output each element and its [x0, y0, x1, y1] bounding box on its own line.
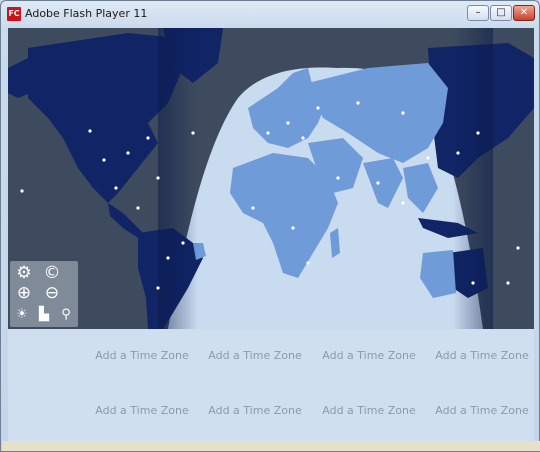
- city-dot: [401, 201, 405, 205]
- city-dot: [291, 226, 295, 230]
- clock-button[interactable]: ©: [42, 263, 62, 283]
- city-icon: ▙: [39, 307, 49, 322]
- gear-icon: ⚙: [16, 263, 32, 283]
- city-dot: [476, 131, 480, 135]
- city-dot: [401, 111, 405, 115]
- city-dot: [126, 151, 130, 155]
- close-button[interactable]: ✕: [513, 5, 535, 21]
- city-dot: [146, 136, 150, 140]
- add-time-zone-2[interactable]: Add a Time Zone: [200, 349, 310, 362]
- close-icon: ✕: [519, 7, 529, 18]
- pin-button[interactable]: ⚲: [56, 305, 76, 325]
- city-dot: [266, 131, 270, 135]
- map-toolbar: ⚙ © ⊕ ⊖ ☀ ▙ ⚲: [10, 261, 78, 327]
- zoom-in-button[interactable]: ⊕: [14, 283, 34, 303]
- status-strip: [2, 441, 540, 451]
- city-dot: [251, 206, 255, 210]
- city-dot: [166, 256, 170, 260]
- add-time-zone-6[interactable]: Add a Time Zone: [200, 404, 310, 417]
- terminator-left: [158, 28, 198, 329]
- app-content: ⚙ © ⊕ ⊖ ☀ ▙ ⚲ Add a Time Zone Add a Time…: [8, 28, 534, 442]
- title-bar[interactable]: FC Adobe Flash Player 11 – □ ✕: [1, 1, 539, 27]
- add-time-zone-7[interactable]: Add a Time Zone: [314, 404, 424, 417]
- city-dot: [306, 261, 310, 265]
- city-dot: [181, 241, 185, 245]
- city-dot: [516, 246, 520, 250]
- zoom-out-button[interactable]: ⊖: [42, 283, 62, 303]
- city-dot: [88, 129, 92, 133]
- city-dot: [336, 176, 340, 180]
- city-dot: [376, 181, 380, 185]
- zoom-in-icon: ⊕: [16, 283, 32, 303]
- flash-player-icon: FC: [7, 7, 21, 21]
- city-dot: [426, 156, 430, 160]
- zoom-out-icon: ⊖: [44, 283, 60, 303]
- settings-button[interactable]: ⚙: [14, 263, 34, 283]
- add-time-zone-8[interactable]: Add a Time Zone: [427, 404, 537, 417]
- city-dot: [114, 186, 118, 190]
- add-time-zone-5[interactable]: Add a Time Zone: [87, 404, 197, 417]
- city-dot: [136, 206, 140, 210]
- city-dot: [20, 189, 24, 193]
- window-title: Adobe Flash Player 11: [25, 7, 148, 20]
- add-time-zone-4[interactable]: Add a Time Zone: [427, 349, 537, 362]
- city-dot: [156, 176, 160, 180]
- city-dot: [156, 286, 160, 290]
- pin-icon: ⚲: [61, 307, 71, 322]
- city-dot: [191, 131, 195, 135]
- sun-icon: ☀: [16, 307, 28, 322]
- city-dot: [316, 106, 320, 110]
- copyright-icon: ©: [43, 263, 61, 283]
- city-dot: [506, 281, 510, 285]
- sun-button[interactable]: ☀: [12, 305, 32, 325]
- maximize-icon: □: [496, 7, 506, 18]
- city-dot: [356, 101, 360, 105]
- world-map[interactable]: [8, 28, 534, 329]
- city-dot: [456, 151, 460, 155]
- app-window: FC Adobe Flash Player 11 – □ ✕ ⚙ © ⊕ ⊖ ☀…: [0, 0, 540, 452]
- minimize-button[interactable]: –: [467, 5, 489, 21]
- maximize-button[interactable]: □: [490, 5, 512, 21]
- add-time-zone-1[interactable]: Add a Time Zone: [87, 349, 197, 362]
- city-button[interactable]: ▙: [34, 305, 54, 325]
- add-time-zone-3[interactable]: Add a Time Zone: [314, 349, 424, 362]
- city-dot: [471, 281, 475, 285]
- city-dot: [102, 158, 106, 162]
- city-dot: [286, 121, 290, 125]
- minimize-icon: –: [475, 7, 481, 18]
- city-dot: [301, 136, 305, 140]
